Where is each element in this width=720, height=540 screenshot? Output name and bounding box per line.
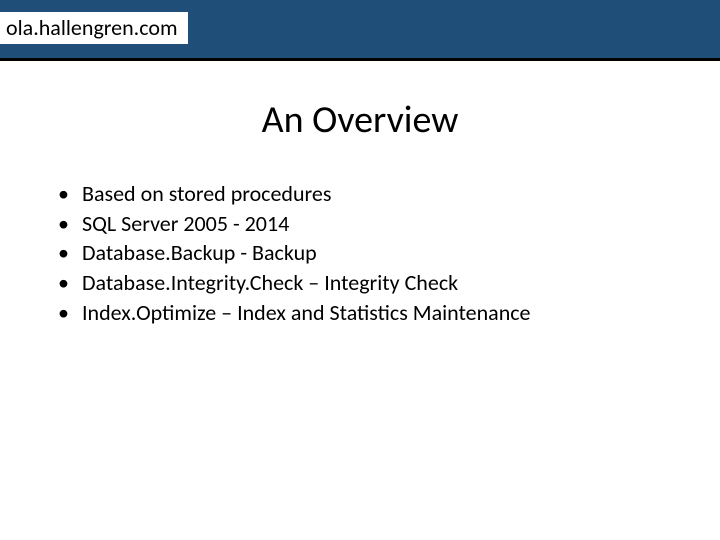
header-bar: ola.hallengren.com xyxy=(0,0,720,58)
header-url: ola.hallengren.com xyxy=(0,12,188,44)
slide-title: An Overview xyxy=(0,97,720,143)
bullet-list: Based on stored procedures SQL Server 20… xyxy=(48,179,680,327)
slide-content: Based on stored procedures SQL Server 20… xyxy=(48,179,680,327)
slide: ola.hallengren.com An Overview Based on … xyxy=(0,0,720,540)
list-item: Database.Integrity.Check – Integrity Che… xyxy=(48,268,680,298)
list-item: Index.Optimize – Index and Statistics Ma… xyxy=(48,298,680,328)
list-item: Database.Backup - Backup xyxy=(48,238,680,268)
list-item: SQL Server 2005 - 2014 xyxy=(48,209,680,239)
header-underline xyxy=(0,58,720,61)
list-item: Based on stored procedures xyxy=(48,179,680,209)
